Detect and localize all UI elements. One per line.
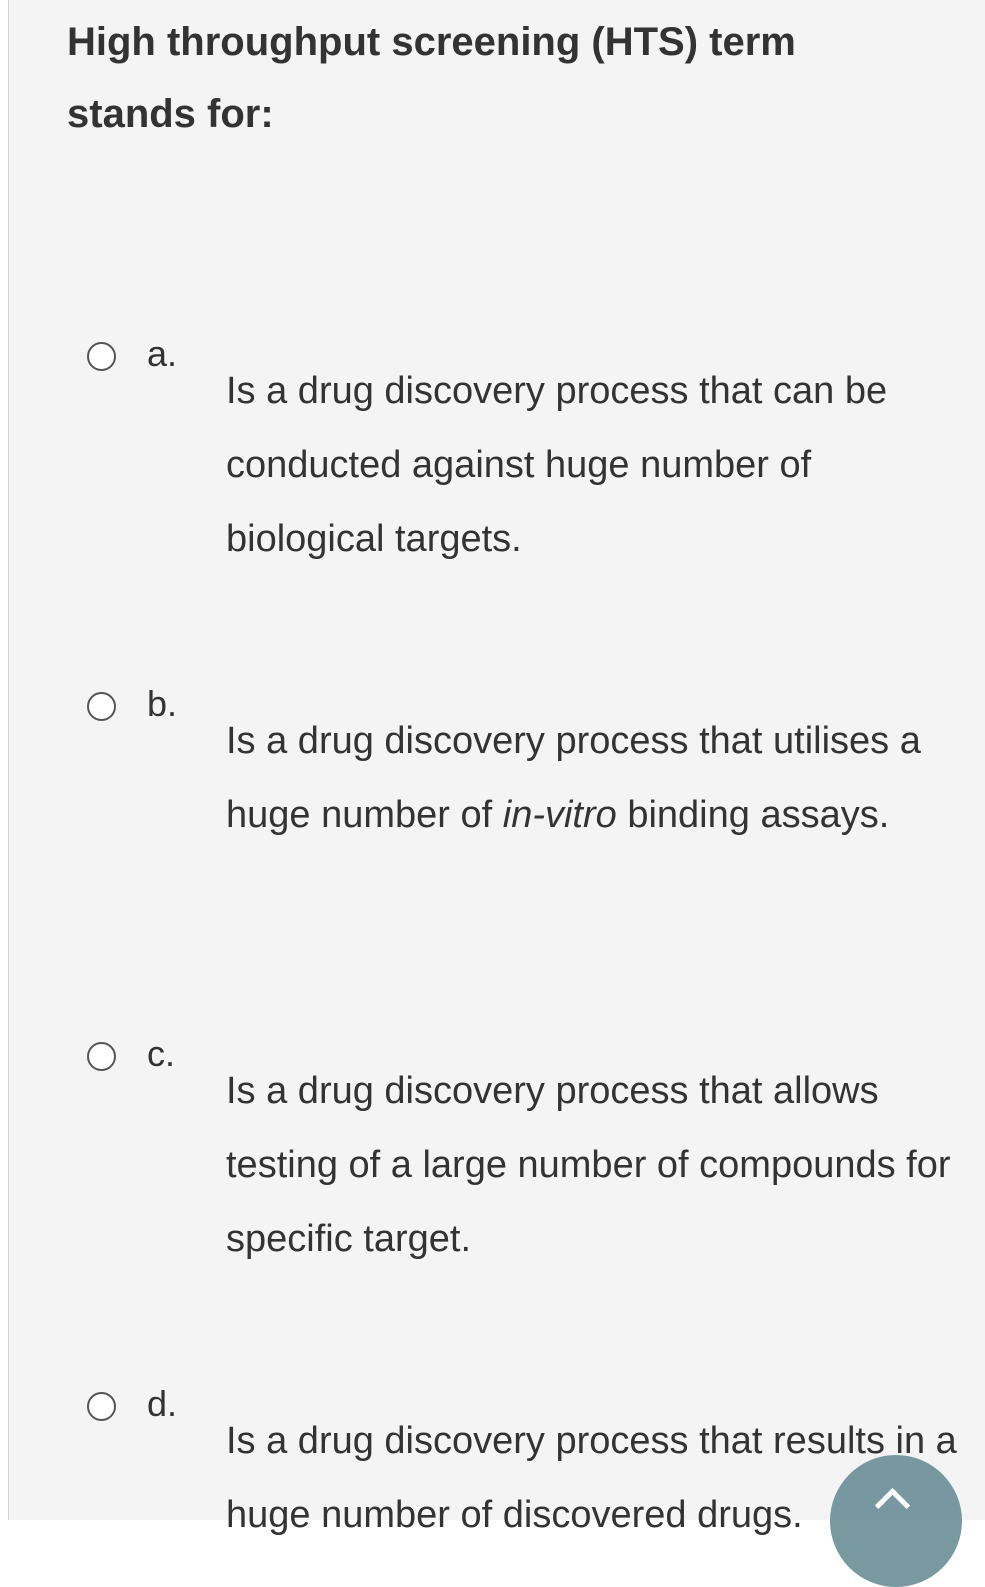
radio-button-a[interactable] bbox=[87, 342, 116, 371]
italic-term: in-vitro bbox=[502, 794, 617, 836]
radio-button-b[interactable] bbox=[87, 692, 116, 721]
option-letter-d: d. bbox=[147, 1383, 178, 1424]
radio-button-d[interactable] bbox=[87, 1392, 116, 1421]
scroll-to-top-button[interactable] bbox=[830, 1455, 962, 1587]
chevron-up-icon bbox=[874, 1487, 911, 1524]
option-text-a: Is a drug discovery process that can be … bbox=[226, 370, 888, 560]
radio-button-c[interactable] bbox=[87, 1042, 116, 1071]
option-text-b: Is a drug discovery process that utilise… bbox=[226, 720, 921, 836]
option-letter-b: b. bbox=[147, 683, 178, 724]
option-letter-a: a. bbox=[147, 333, 178, 374]
question-panel: High throughput screening (HTS) term sta… bbox=[8, 0, 985, 1536]
option-text-c: Is a drug discovery process that allows … bbox=[226, 1070, 951, 1260]
option-letter-c: c. bbox=[147, 1033, 176, 1074]
question-text: High throughput screening (HTS) term sta… bbox=[67, 20, 796, 136]
